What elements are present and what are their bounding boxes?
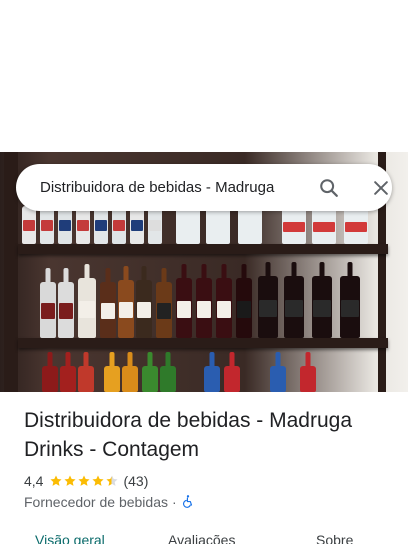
separator: · — [172, 494, 177, 510]
tab-about[interactable]: Sobre — [316, 532, 353, 544]
shelf — [18, 338, 388, 348]
search-icon[interactable] — [313, 172, 345, 204]
wheelchair-icon — [181, 494, 195, 511]
place-title: Distribuidora de bebidas - Madruga Drink… — [24, 409, 353, 461]
star-icon — [78, 475, 91, 486]
star-half-icon — [106, 475, 119, 486]
bottle-row — [0, 362, 408, 392]
search-bar[interactable]: Distribuidora de bebidas - Madruga — [16, 164, 392, 211]
map-blank-area — [0, 0, 408, 152]
place-category: Fornecedor de bebidas — [24, 494, 168, 510]
star-icon — [92, 475, 105, 486]
shelf — [18, 244, 388, 254]
rating-value: 4,4 — [24, 473, 44, 489]
rating-stars — [49, 474, 119, 488]
place-tabs: Visão geral Avaliações Sobre — [0, 528, 408, 544]
search-query[interactable]: Distribuidora de bebidas - Madruga — [40, 164, 302, 211]
review-count[interactable]: (43) — [123, 473, 148, 489]
tab-reviews[interactable]: Avaliações — [168, 532, 235, 544]
tab-overview[interactable]: Visão geral — [35, 532, 105, 544]
category-row: Fornecedor de bebidas · — [24, 493, 195, 511]
star-icon — [64, 475, 77, 486]
close-icon[interactable] — [365, 172, 397, 204]
bottle-row — [0, 270, 408, 338]
rating-row[interactable]: 4,4 (43) — [24, 472, 148, 490]
star-icon — [50, 475, 63, 486]
